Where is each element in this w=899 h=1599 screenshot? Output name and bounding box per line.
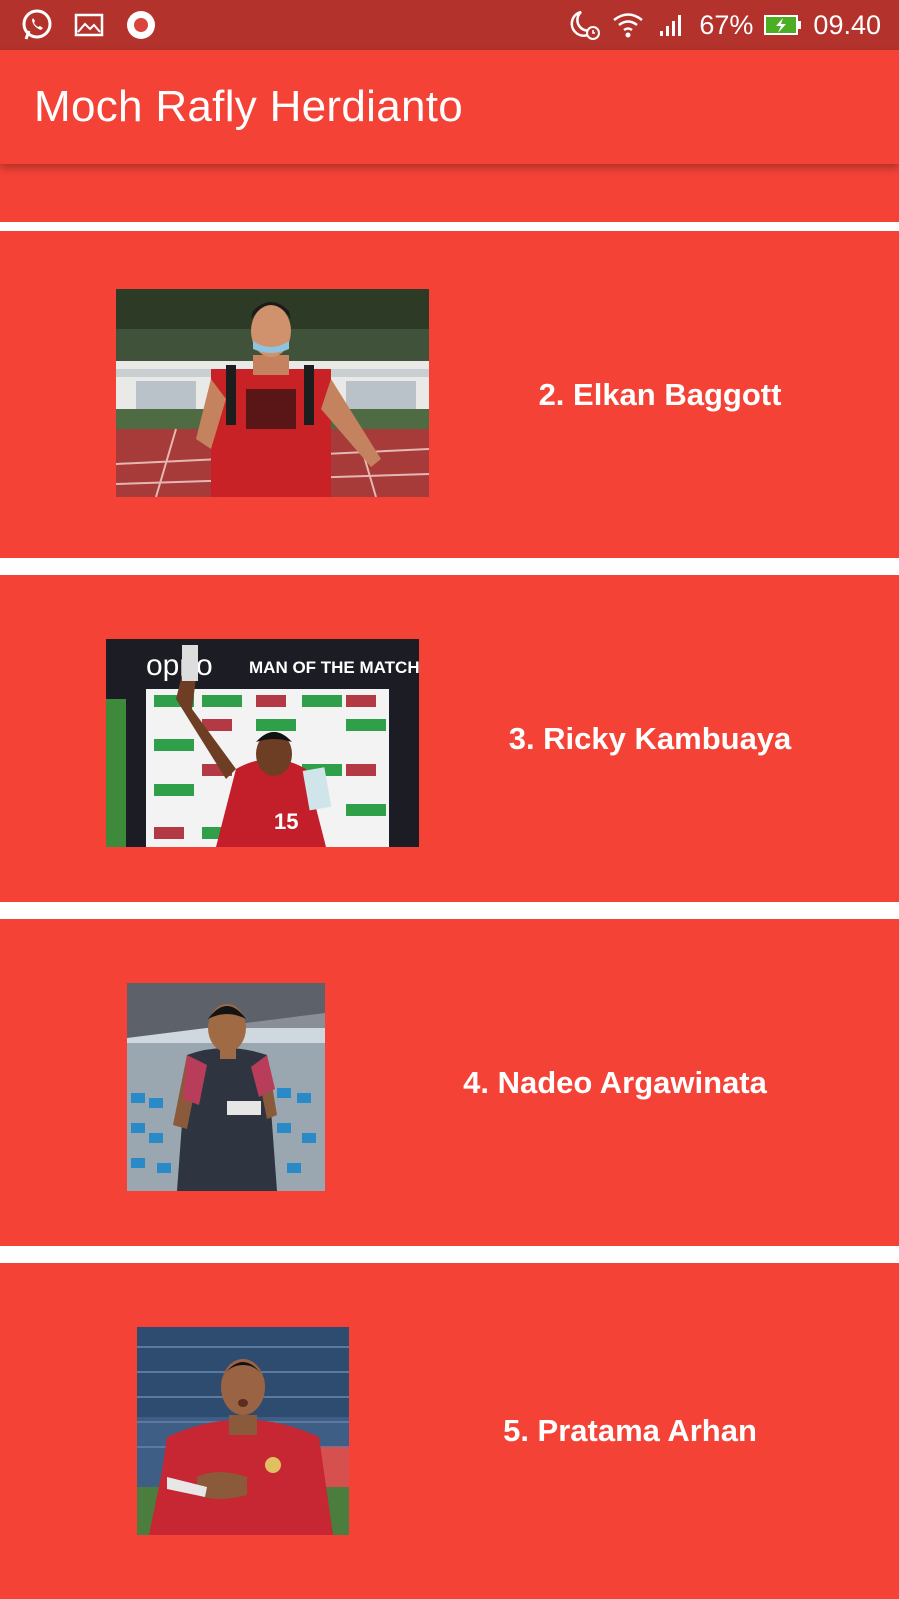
app-bar: Moch Rafly Herdianto xyxy=(0,50,899,164)
signal-icon xyxy=(655,8,689,42)
player-photo-nadeo-argawinata xyxy=(127,983,325,1191)
battery-percent: 67% xyxy=(699,9,754,40)
player-name: 4. Nadeo Argawinata xyxy=(463,1064,767,1100)
whatsapp-icon xyxy=(20,8,54,42)
record-icon xyxy=(124,8,158,42)
battery-charging-icon xyxy=(763,8,803,42)
status-right: 67% 09.40 xyxy=(567,8,881,42)
player-name: 5. Pratama Arhan xyxy=(503,1413,757,1448)
do-not-disturb-alarm-icon xyxy=(567,8,601,42)
player-photo-pratama-arhan xyxy=(137,1327,349,1535)
player-photo-elkan-baggott xyxy=(116,289,429,497)
gallery-icon xyxy=(72,8,106,42)
list-item-partial[interactable] xyxy=(0,164,899,222)
player-photo-ricky-kambuaya: oppo MAN OF THE MATCH 15 xyxy=(106,639,419,847)
app-bar-title: Moch Rafly Herdianto xyxy=(34,82,464,131)
photo-banner-text: MAN OF THE MATCH xyxy=(249,658,419,677)
list-item-elkan-baggott[interactable]: 2. Elkan Baggott xyxy=(0,231,899,558)
photo-brand-text: oppo xyxy=(146,649,213,682)
list-item-ricky-kambuaya[interactable]: oppo MAN OF THE MATCH 15 3. Ricky Kambua… xyxy=(0,575,899,902)
status-left xyxy=(20,8,158,42)
list-item-nadeo-argawinata[interactable]: 4. Nadeo Argawinata xyxy=(0,919,899,1246)
player-name: 2. Elkan Baggott xyxy=(538,376,782,412)
status-bar: 67% 09.40 xyxy=(0,0,899,50)
wifi-icon xyxy=(611,8,645,42)
photo-jersey-number: 15 xyxy=(274,809,298,834)
list-item-pratama-arhan[interactable]: 5. Pratama Arhan xyxy=(0,1263,899,1599)
player-name: 3. Ricky Kambuaya xyxy=(508,720,792,756)
clock-time: 09.40 xyxy=(813,9,881,40)
